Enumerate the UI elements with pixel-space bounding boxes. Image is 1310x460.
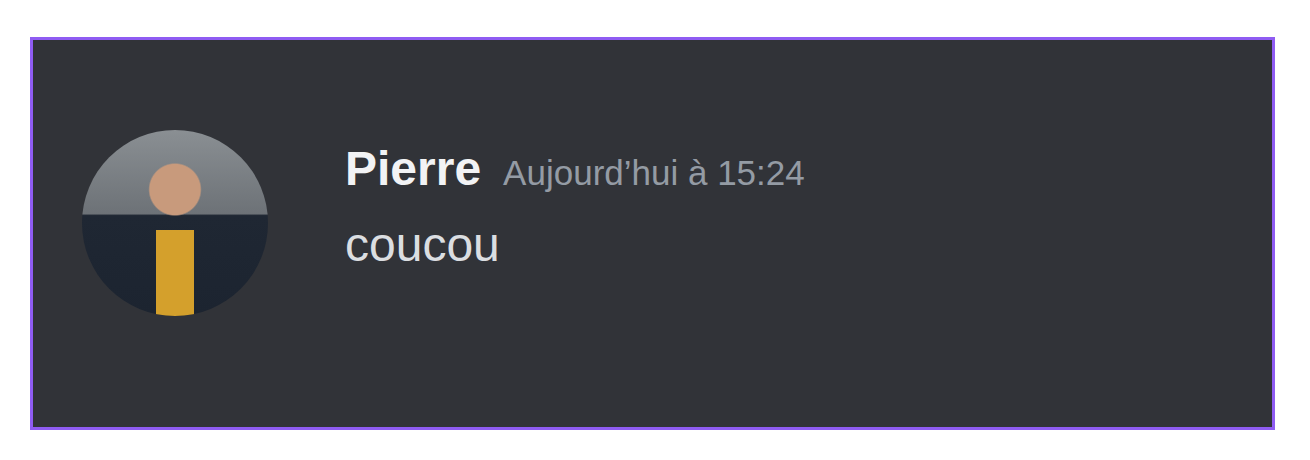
- message-text: coucou: [345, 216, 805, 274]
- message-timestamp: Aujourd’hui à 15:24: [503, 152, 805, 194]
- author-name[interactable]: Pierre: [345, 140, 481, 198]
- message-card: Pierre Aujourd’hui à 15:24 coucou: [30, 37, 1275, 430]
- message-content: Pierre Aujourd’hui à 15:24 coucou: [345, 130, 805, 273]
- avatar-photo[interactable]: [82, 130, 268, 316]
- message-header: Pierre Aujourd’hui à 15:24: [345, 140, 805, 198]
